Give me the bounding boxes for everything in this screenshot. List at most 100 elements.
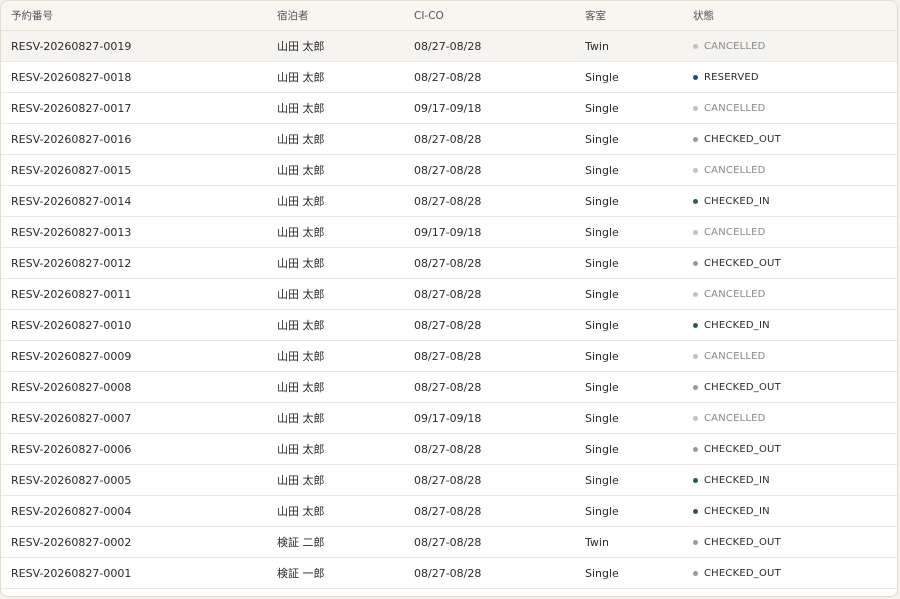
table-row[interactable]: RESV-20260826-0001 山田 太郎 08/26-08/28 Twin CH… [1, 589, 897, 596]
room-cell: Single [585, 101, 619, 115]
table-row[interactable]: RESV-20260827-0004 山田 太郎 08/27-08/28 Single… [1, 496, 897, 527]
reservation-no-cell: RESV-20260827-0013 [11, 225, 132, 239]
status-badge: CHECKED_OUT [693, 372, 781, 402]
guest-cell: 山田 太郎 [277, 164, 325, 177]
table-row[interactable]: RESV-20260827-0001 検証 一郎 08/27-08/28 Single… [1, 558, 897, 589]
reservation-no-cell: RESV-20260827-0016 [11, 132, 132, 146]
ci-co-cell: 08/26-08/28 [414, 589, 481, 596]
reservation-no-cell: RESV-20260827-0004 [11, 504, 132, 518]
status-dot-icon [693, 43, 698, 49]
reservation-no-cell: RESV-20260826-0001 [11, 589, 131, 596]
status-label: CHECKED_IN [704, 474, 770, 486]
guest-cell: 山田 太郎 [277, 443, 325, 456]
table-row[interactable]: RESV-20260827-0018 山田 太郎 08/27-08/28 Single… [1, 62, 897, 93]
room-cell: Single [585, 194, 619, 208]
reservation-no-cell: RESV-20260827-0014 [11, 194, 132, 208]
table-row[interactable]: RESV-20260827-0013 山田 太郎 09/17-09/18 Single… [1, 217, 897, 248]
room-cell: Single [585, 287, 619, 301]
table-row[interactable]: RESV-20260827-0010 山田 太郎 08/27-08/28 Single… [1, 310, 897, 341]
room-cell: Single [585, 318, 619, 332]
reservation-no-cell: RESV-20260827-0012 [11, 256, 132, 270]
guest-cell: 山田 太郎 [277, 412, 325, 425]
ci-co-cell: 08/27-08/28 [414, 566, 482, 580]
table-row[interactable]: RESV-20260827-0015 山田 太郎 08/27-08/28 Single… [1, 155, 897, 186]
table-row[interactable]: RESV-20260827-0011 山田 太郎 08/27-08/28 Single… [1, 279, 897, 310]
table-row[interactable]: RESV-20260827-0002 検証 二郎 08/27-08/28 Twin CH… [1, 527, 897, 558]
ci-co-cell: 08/27-08/28 [414, 70, 482, 84]
guest-cell: 山田 太郎 [277, 133, 325, 146]
status-dot-icon [693, 198, 698, 204]
ci-co-cell: 09/17-09/18 [414, 225, 482, 239]
room-cell: Single [585, 473, 619, 487]
ci-co-cell: 08/27-08/28 [414, 535, 482, 549]
header-reservation-no[interactable]: 予約番号 [11, 1, 53, 30]
table-row[interactable]: RESV-20260827-0007 山田 太郎 09/17-09/18 Single… [1, 403, 897, 434]
status-dot-icon [693, 229, 698, 235]
status-badge: CHECKED_IN [693, 496, 770, 526]
status-badge: CANCELLED [693, 217, 766, 247]
status-label: CHECKED_OUT [704, 536, 781, 548]
status-badge: CANCELLED [693, 31, 766, 61]
status-label: CANCELLED [704, 102, 766, 114]
status-badge: CANCELLED [693, 403, 766, 433]
table-row[interactable]: RESV-20260827-0008 山田 太郎 08/27-08/28 Single… [1, 372, 897, 403]
status-label: CHECKED_OUT [704, 567, 781, 579]
header-guest[interactable]: 宿泊者 [277, 1, 309, 30]
ci-co-cell: 08/27-08/28 [414, 473, 482, 487]
reservation-no-cell: RESV-20260827-0001 [11, 566, 132, 580]
status-badge: CHECKED_IN [693, 310, 770, 340]
status-label: CANCELLED [704, 164, 766, 176]
room-cell: Twin [585, 535, 609, 549]
table-row[interactable]: RESV-20260827-0014 山田 太郎 08/27-08/28 Single… [1, 186, 897, 217]
reservation-no-cell: RESV-20260827-0019 [11, 39, 132, 53]
ci-co-cell: 08/27-08/28 [414, 318, 482, 332]
ci-co-cell: 08/27-08/28 [414, 194, 482, 208]
table-row[interactable]: RESV-20260827-0019 山田 太郎 08/27-08/28 Twin CA… [1, 31, 897, 62]
status-dot-icon [693, 570, 698, 576]
header-status[interactable]: 状態 [693, 1, 714, 30]
status-label: CANCELLED [704, 226, 766, 238]
reservation-no-cell: RESV-20260827-0008 [11, 380, 132, 394]
guest-cell: 山田 太郎 [277, 195, 325, 208]
room-cell: Single [585, 256, 619, 270]
room-cell: Single [585, 225, 619, 239]
reservation-no-cell: RESV-20260827-0007 [11, 411, 132, 425]
reservation-no-cell: RESV-20260827-0002 [11, 535, 132, 549]
room-cell: Single [585, 132, 619, 146]
header-ci-co[interactable]: CI-CO [414, 1, 444, 30]
table-row[interactable]: RESV-20260827-0009 山田 太郎 08/27-08/28 Single… [1, 341, 897, 372]
room-cell: Single [585, 70, 619, 84]
status-label: CHECKED_IN [704, 195, 770, 207]
ci-co-cell: 08/27-08/28 [414, 442, 482, 456]
table-row[interactable]: RESV-20260827-0006 山田 太郎 08/27-08/28 Single… [1, 434, 897, 465]
ci-co-cell: 08/27-08/28 [414, 504, 482, 518]
status-dot-icon [693, 353, 698, 359]
table-row[interactable]: RESV-20260827-0016 山田 太郎 08/27-08/28 Single… [1, 124, 897, 155]
table-row[interactable]: RESV-20260827-0012 山田 太郎 08/27-08/28 Single… [1, 248, 897, 279]
guest-cell: 山田 太郎 [277, 505, 325, 518]
guest-cell: 山田 太郎 [277, 381, 325, 394]
status-badge: CHECKED_OUT [693, 589, 781, 596]
guest-cell: 山田 太郎 [277, 319, 325, 332]
status-label: CANCELLED [704, 412, 766, 424]
room-cell: Twin [585, 39, 609, 53]
status-dot-icon [693, 167, 698, 173]
status-dot-icon [693, 105, 698, 111]
table-row[interactable]: RESV-20260827-0017 山田 太郎 09/17-09/18 Single… [1, 93, 897, 124]
guest-cell: 検証 二郎 [277, 536, 325, 549]
status-badge: CHECKED_IN [693, 465, 770, 495]
status-badge: CANCELLED [693, 341, 766, 371]
status-badge: CHECKED_IN [693, 186, 770, 216]
guest-cell: 山田 太郎 [277, 71, 325, 84]
status-dot-icon [693, 136, 698, 142]
status-label: CHECKED_OUT [704, 381, 781, 393]
header-room[interactable]: 客室 [585, 1, 606, 30]
ci-co-cell: 08/27-08/28 [414, 380, 482, 394]
table-row[interactable]: RESV-20260827-0005 山田 太郎 08/27-08/28 Single… [1, 465, 897, 496]
ci-co-cell: 09/17-09/18 [414, 101, 482, 115]
status-label: CANCELLED [704, 350, 766, 362]
status-dot-icon [693, 446, 698, 452]
guest-cell: 山田 太郎 [277, 226, 325, 239]
status-label: CHECKED_IN [704, 319, 770, 331]
reservation-no-cell: RESV-20260827-0017 [11, 101, 132, 115]
